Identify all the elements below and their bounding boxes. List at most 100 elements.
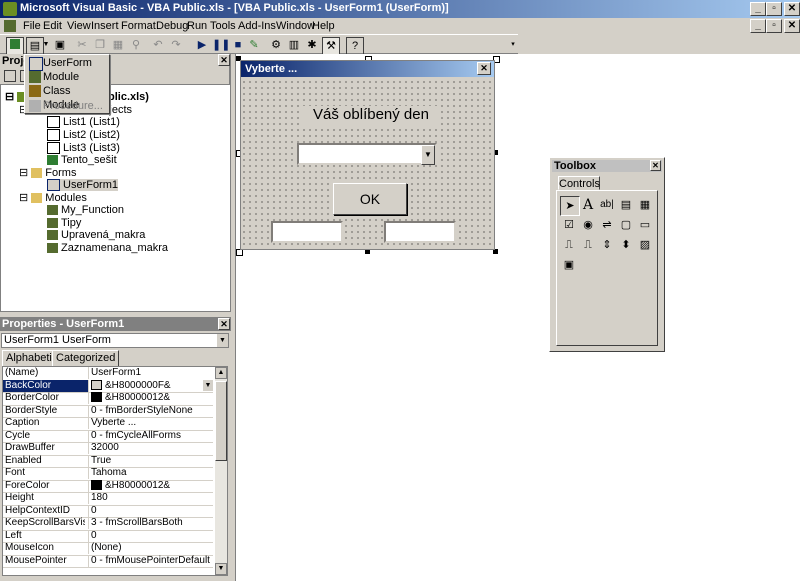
property-row[interactable]: Cycle 0 - fmCycleAllForms xyxy=(3,429,213,443)
properties-window-icon[interactable]: ▥ xyxy=(286,37,302,53)
ok-button[interactable]: OK xyxy=(333,183,407,215)
tree-node-zaznamenana-makra[interactable]: Zaznamenana_makra xyxy=(47,242,168,254)
multipage-tool-icon[interactable]: ⎍ xyxy=(579,236,597,254)
module-icon xyxy=(29,71,41,83)
project-explorer-icon[interactable]: ⚙ xyxy=(268,37,284,53)
view-excel-icon[interactable] xyxy=(6,37,24,55)
toolbar-options-icon[interactable]: ▾ xyxy=(508,37,518,53)
object-browser-icon[interactable]: ✱ xyxy=(304,37,320,53)
properties-object-select[interactable]: UserForm1 UserForm ▼ xyxy=(1,333,229,348)
chevron-down-icon[interactable]: ▼ xyxy=(203,379,213,391)
commandbutton-tool-icon[interactable]: ▭ xyxy=(636,216,654,234)
tree-node-tipy[interactable]: Tipy xyxy=(47,217,81,229)
userform-designer[interactable]: Vyberte ... ✕ Váš oblíbený den ▼ OK xyxy=(240,60,495,250)
tree-node-userform1[interactable]: UserForm1 xyxy=(47,179,119,192)
property-row[interactable]: Left 0 xyxy=(3,529,213,543)
minimize-button[interactable]: _ xyxy=(750,2,766,16)
listbox-tool-icon[interactable]: ▦ xyxy=(636,196,654,214)
userform-close-icon[interactable]: ✕ xyxy=(477,62,491,75)
break-icon[interactable]: ❚❚ xyxy=(212,37,230,53)
menu-tools[interactable]: Tools xyxy=(207,18,239,34)
reset-icon[interactable]: ■ xyxy=(230,37,246,53)
find-icon[interactable]: ⚲ xyxy=(128,37,144,53)
combobox-tool-icon[interactable]: ▤ xyxy=(617,196,635,214)
spinbutton-tool-icon[interactable]: ⬍ xyxy=(617,236,635,254)
doc-close-button[interactable]: ✕ xyxy=(784,19,800,33)
toolbox-close-icon[interactable]: ✕ xyxy=(650,160,661,171)
userform-textbox-2[interactable] xyxy=(384,221,456,243)
tree-node-modules[interactable]: ⊟ Modules xyxy=(19,192,87,204)
maximize-button[interactable]: ▫ xyxy=(766,2,782,16)
property-row[interactable]: Enabled True xyxy=(3,454,213,468)
checkbox-tool-icon[interactable]: ☑ xyxy=(560,216,578,234)
property-row[interactable]: KeepScrollBarsVisible3 - fmScrollBarsBot… xyxy=(3,517,213,531)
menu-item-class-module[interactable]: Class Module xyxy=(27,84,107,111)
undo-icon[interactable]: ↶ xyxy=(150,37,166,53)
menu-item-procedure[interactable]: Procedure... xyxy=(27,99,107,113)
tab-controls[interactable]: Controls xyxy=(558,176,600,190)
chevron-down-icon[interactable]: ▼ xyxy=(217,334,228,347)
property-row[interactable]: DrawBuffer 32000 xyxy=(3,442,213,456)
properties-scrollbar[interactable]: ▲ ▼ xyxy=(215,367,227,575)
property-row[interactable]: BorderStyle 0 - fmBorderStyleNone xyxy=(3,404,213,418)
frame-tool-icon[interactable]: ▢ xyxy=(617,216,635,234)
image-tool-icon[interactable]: ▨ xyxy=(636,236,654,254)
view-code-icon[interactable] xyxy=(4,70,16,82)
property-row[interactable]: Caption Vyberte ... xyxy=(3,417,213,431)
property-row[interactable]: (Name) UserForm1 xyxy=(3,367,213,381)
tree-node-list3[interactable]: List3 (List3) xyxy=(47,142,120,155)
copy-icon[interactable]: ❐ xyxy=(92,37,108,53)
property-row[interactable]: MouseIcon (None) xyxy=(3,542,213,556)
cut-icon[interactable]: ✂ xyxy=(74,37,90,53)
userform-combobox[interactable]: ▼ xyxy=(297,143,437,165)
property-row[interactable]: ForeColor &H80000012& xyxy=(3,479,213,493)
property-row[interactable]: Height 180 xyxy=(3,492,213,506)
project-close-icon[interactable]: ✕ xyxy=(218,54,230,66)
tree-node-list1[interactable]: List1 (List1) xyxy=(47,116,120,129)
label-tool-icon[interactable]: A xyxy=(579,196,597,214)
resize-handle[interactable] xyxy=(236,249,243,256)
paste-icon[interactable]: ▦ xyxy=(110,37,126,53)
userform-textbox-1[interactable] xyxy=(271,221,343,243)
togglebutton-tool-icon[interactable]: ⇌ xyxy=(598,216,616,234)
save-icon[interactable]: ▣ xyxy=(52,37,68,53)
property-row[interactable]: BorderColor &H80000012& xyxy=(3,392,213,406)
tree-node-forms[interactable]: ⊟ Forms xyxy=(19,167,76,179)
design-mode-icon[interactable]: ✎ xyxy=(246,37,262,53)
menu-insert[interactable]: Insert xyxy=(88,18,122,34)
menu-item-module[interactable]: Module xyxy=(27,70,107,84)
doc-minimize-button[interactable]: _ xyxy=(750,19,766,33)
select-objects-icon[interactable]: ➤ xyxy=(560,196,580,216)
menu-edit[interactable]: Edit xyxy=(40,18,65,34)
property-row[interactable]: HelpContextID 0 xyxy=(3,504,213,518)
refedit-tool-icon[interactable]: ▣ xyxy=(560,256,578,274)
tab-categorized[interactable]: Categorized xyxy=(52,350,120,367)
close-button[interactable]: ✕ xyxy=(784,2,800,16)
tabstrip-tool-icon[interactable]: ⎍ xyxy=(560,236,578,254)
help-icon[interactable]: ? xyxy=(346,37,364,55)
toolbox-icon[interactable]: ⚒ xyxy=(322,37,340,55)
redo-icon[interactable]: ↷ xyxy=(168,37,184,53)
doc-restore-button[interactable]: ▫ xyxy=(766,19,782,33)
menu-help[interactable]: Help xyxy=(309,18,338,34)
tree-node-list2[interactable]: List2 (List2) xyxy=(47,129,120,142)
scroll-thumb[interactable] xyxy=(215,381,227,461)
tree-node-upravena-makra[interactable]: Upravená_makra xyxy=(47,229,145,241)
run-icon[interactable]: ▶ xyxy=(194,37,210,53)
property-row[interactable]: MousePointer 0 - fmMousePointerDefault xyxy=(3,554,213,568)
property-row-selected[interactable]: BackColor &H8000000F& ▼ xyxy=(3,379,213,393)
property-row[interactable]: Font Tahoma xyxy=(3,467,213,481)
properties-close-icon[interactable]: ✕ xyxy=(218,318,230,330)
tree-node-workbook[interactable]: Tento_sešit xyxy=(47,154,117,166)
menu-item-userform[interactable]: UserForm xyxy=(27,56,107,71)
optionbutton-tool-icon[interactable]: ◉ xyxy=(579,216,597,234)
module-icon xyxy=(47,205,58,216)
scroll-down-icon[interactable]: ▼ xyxy=(215,563,227,575)
chevron-down-icon[interactable]: ▼ xyxy=(421,145,435,165)
scrollbar-tool-icon[interactable]: ⇕ xyxy=(598,236,616,254)
userform-label[interactable]: Váš oblíbený den xyxy=(301,106,441,126)
chevron-down-icon[interactable]: ▼ xyxy=(42,37,50,53)
textbox-tool-icon[interactable]: ab| xyxy=(598,196,616,214)
scroll-up-icon[interactable]: ▲ xyxy=(215,367,227,379)
tree-node-my-function[interactable]: My_Function xyxy=(47,204,124,216)
